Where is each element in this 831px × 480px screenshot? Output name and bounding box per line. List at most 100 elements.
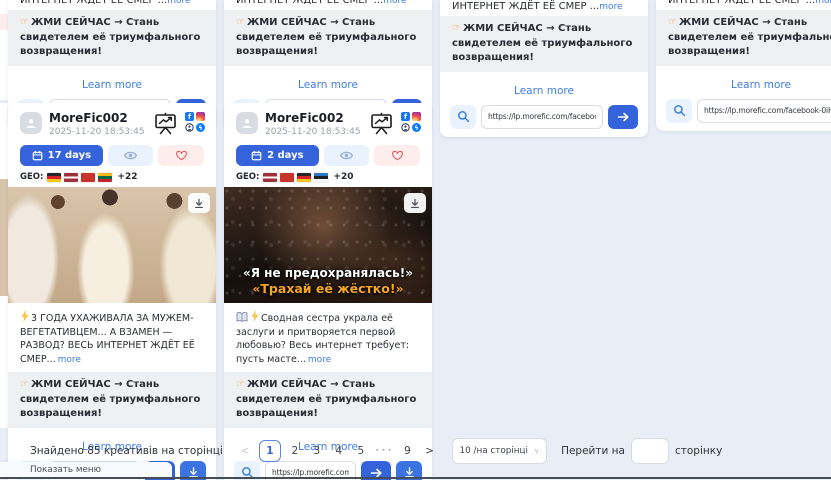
window-bottom-edge <box>0 477 831 479</box>
flag-latvia-icon <box>64 173 78 182</box>
more-link[interactable]: more <box>167 0 190 4</box>
preview-button[interactable] <box>324 145 370 166</box>
page-button[interactable]: 9 <box>400 440 416 462</box>
arrow-right-icon <box>617 111 630 123</box>
creative-datetime: 2025-11-20 18:53:45 <box>265 127 369 137</box>
avatar <box>20 112 42 134</box>
next-page-button[interactable]: > <box>422 440 438 462</box>
cta-text-block: ☞ЖМИ СЕЙЧАС → Стань свидетелем её триумф… <box>224 372 432 428</box>
more-link[interactable]: more <box>58 355 81 365</box>
flag-latvia-icon <box>263 173 277 182</box>
presentation-board-icon[interactable] <box>153 112 178 135</box>
eye-icon <box>123 150 138 161</box>
presentation-board-icon[interactable] <box>369 112 394 135</box>
geo-more-count: +20 <box>333 172 353 182</box>
cta-text-block: ☞ЖМИ СЕЙЧАС → Стань свидетелем её триумф… <box>8 10 216 66</box>
calendar-icon <box>32 150 43 161</box>
search-icon <box>457 110 470 123</box>
download-icon <box>410 198 420 209</box>
image-overlay-text: «Я не предохранялась!» «Трахай её жёстко… <box>224 266 432 297</box>
page-button[interactable]: 5 <box>353 440 369 462</box>
creative-card-partial: ИНТЕРНЕТ ЖДЁТ ЕЁ СМЕР ...more ☞ЖМИ СЕЙЧА… <box>656 0 831 131</box>
pointing-hand-icon: ☞ <box>20 379 29 390</box>
geo-label: GEO: <box>20 172 43 182</box>
truncated-description: ИНТЕРНЕТ ЖДЁТ ЕЁ СМЕР ...more <box>236 0 420 4</box>
flag-germany-icon <box>47 173 61 182</box>
page-button-active[interactable]: 1 <box>259 440 281 462</box>
partial-card-left-sliver <box>0 179 8 296</box>
learn-more-link[interactable]: Learn more <box>82 79 142 91</box>
learn-more-link[interactable]: Learn more <box>514 85 574 97</box>
creative-card: MoreFic002 2025-11-20 18:53:45 f ϟ 17 da… <box>8 103 216 480</box>
flag-germany-icon <box>297 173 311 182</box>
more-link[interactable]: more <box>599 2 622 10</box>
heart-icon <box>391 150 404 161</box>
more-link[interactable]: more <box>815 0 831 4</box>
search-button[interactable] <box>450 105 476 129</box>
lightning-icon <box>250 310 259 322</box>
more-link[interactable]: more <box>383 0 406 4</box>
page-button[interactable]: 2 <box>287 440 303 462</box>
open-url-button[interactable] <box>608 105 638 129</box>
audience-network-icon <box>401 123 410 132</box>
landing-url-input[interactable] <box>697 99 831 123</box>
cta-text-block: ☞ЖМИ СЕЙЧАС → Стань свидетелем её триумф… <box>656 10 831 66</box>
ad-creatives-page: ИНТЕРНЕТ ЖДЁТ ЕЁ СМЕР ...more ☞ЖМИ СЕЙЧА… <box>0 0 831 480</box>
geo-row: GEO: +20 <box>224 166 432 187</box>
pagination-ellipsis[interactable]: ••• <box>375 440 394 462</box>
person-icon <box>25 117 37 129</box>
prev-page-button[interactable]: < <box>237 440 253 462</box>
flag-lithuania-icon <box>98 173 112 182</box>
pointing-hand-icon: ☞ <box>236 379 245 390</box>
days-active-button[interactable]: 2 days <box>236 145 319 166</box>
geo-label: GEO: <box>236 172 259 182</box>
download-image-button[interactable] <box>188 193 210 213</box>
favorite-button[interactable] <box>158 145 204 166</box>
cta-text-block: ☞ЖМИ СЕЙЧАС → Стань свидетелем её триумф… <box>224 10 432 66</box>
profile-name: MoreFic002 <box>265 112 369 125</box>
search-button[interactable] <box>666 99 692 123</box>
creative-image <box>8 187 216 303</box>
creative-description: 3 ГОДА УХАЖИВАЛА ЗА МУЖЕМ-ВЕГЕТАТИВЦЕМ..… <box>8 303 216 370</box>
show-menu-button[interactable]: Показать меню <box>0 462 172 478</box>
preview-button[interactable] <box>108 145 154 166</box>
facebook-icon: f <box>401 112 410 121</box>
flag-red-icon <box>81 173 95 182</box>
truncated-description: ИНТЕРНЕТ ЖДЁТ ЕЁ СМЕР ...more <box>668 0 831 4</box>
facebook-icon: f <box>185 112 194 121</box>
page-size-select[interactable]: 10 /на сторінці ∨ <box>452 438 548 464</box>
heart-icon <box>175 150 188 161</box>
results-summary: Знайдено 85 креативів на сторінці <box>30 445 223 457</box>
creative-card-partial: ИНТЕРНЕТ ЖДЁТ ЕЁ СМЕР ...more ☞ЖМИ СЕЙЧА… <box>440 0 648 137</box>
pointing-hand-icon: ☞ <box>236 17 245 28</box>
days-active-button[interactable]: 17 days <box>20 145 103 166</box>
calendar-icon <box>251 150 262 161</box>
truncated-description: ИНТЕРНЕТ ЖДЁТ ЕЁ СМЕР ...more <box>452 0 636 10</box>
book-icon <box>236 312 248 322</box>
goto-page-input[interactable] <box>631 438 669 464</box>
learn-more-link[interactable]: Learn more <box>731 79 791 91</box>
landing-url-input[interactable] <box>481 105 603 129</box>
creative-card: MoreFic002 2025-11-20 18:53:45 f ϟ 2 day… <box>224 103 432 480</box>
page-button[interactable]: 3 <box>309 440 325 462</box>
flag-estonia-icon <box>314 173 328 182</box>
favorite-button[interactable] <box>374 145 420 166</box>
messenger-icon: ϟ <box>412 123 421 132</box>
instagram-icon <box>196 112 205 121</box>
goto-page-suffix: сторінку <box>675 445 722 457</box>
page-button[interactable]: 4 <box>331 440 347 462</box>
learn-more-link[interactable]: Learn more <box>298 79 358 91</box>
pointing-hand-icon: ☞ <box>668 17 677 28</box>
audience-network-icon <box>185 123 194 132</box>
truncated-description: ИНТЕРНЕТ ЖДЁТ ЕЁ СМЕР ...more <box>20 0 204 4</box>
person-icon <box>241 117 253 129</box>
creative-datetime: 2025-11-20 18:53:45 <box>49 127 153 137</box>
more-link[interactable]: more <box>308 355 331 365</box>
messenger-icon: ϟ <box>196 123 205 132</box>
flag-red-icon <box>280 173 294 182</box>
download-image-button[interactable] <box>404 193 426 213</box>
pointing-hand-icon: ☞ <box>452 23 461 34</box>
download-icon <box>194 198 204 209</box>
partial-card-left-sliver <box>0 14 8 30</box>
geo-row: GEO: +22 <box>8 166 216 187</box>
